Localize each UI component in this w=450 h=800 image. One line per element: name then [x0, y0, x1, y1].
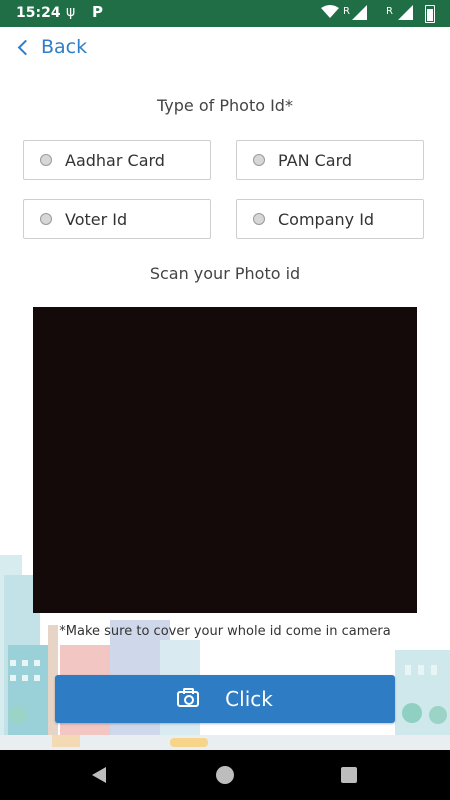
radio-label: Voter Id [65, 209, 128, 229]
radio-company-id[interactable]: Company Id [236, 199, 424, 239]
radio-aadhar-card[interactable]: Aadhar Card [23, 140, 211, 180]
click-capture-button[interactable]: Click [55, 675, 395, 723]
chevron-left-icon [17, 39, 34, 56]
radio-circle-icon [253, 154, 265, 166]
nav-back-icon[interactable] [92, 767, 106, 783]
back-button[interactable]: Back [17, 36, 88, 58]
radio-label: Company Id [278, 209, 375, 229]
usb-icon: ψ [66, 4, 76, 20]
camera-preview[interactable] [33, 307, 417, 613]
camera-icon [177, 688, 200, 707]
status-time: 15:24 [16, 5, 61, 21]
scan-instruction-note: *Make sure to cover your whole id come i… [59, 624, 391, 639]
radio-pan-card[interactable]: PAN Card [236, 140, 424, 180]
status-bar: 15:24 ψ P R R [0, 0, 450, 27]
radio-circle-icon [253, 213, 265, 225]
scan-title: Scan your Photo id [149, 264, 301, 283]
radio-circle-icon [40, 213, 52, 225]
photo-id-type-title: Type of Photo Id* [157, 96, 293, 115]
roaming-indicator: R [386, 6, 393, 17]
nav-home-icon[interactable] [216, 766, 234, 784]
click-button-label: Click [225, 687, 273, 711]
signal-icon [398, 5, 413, 20]
signal-icon [352, 5, 367, 20]
navigation-bar [0, 750, 450, 800]
battery-icon [425, 5, 435, 23]
radio-label: Aadhar Card [65, 150, 165, 170]
roaming-indicator: R [343, 6, 350, 17]
wifi-icon [321, 5, 339, 18]
nav-recents-icon[interactable] [341, 767, 357, 783]
back-label: Back [41, 36, 88, 58]
radio-voter-id[interactable]: Voter Id [23, 199, 211, 239]
parking-app-icon: P [92, 3, 103, 21]
radio-label: PAN Card [278, 150, 353, 170]
radio-circle-icon [40, 154, 52, 166]
